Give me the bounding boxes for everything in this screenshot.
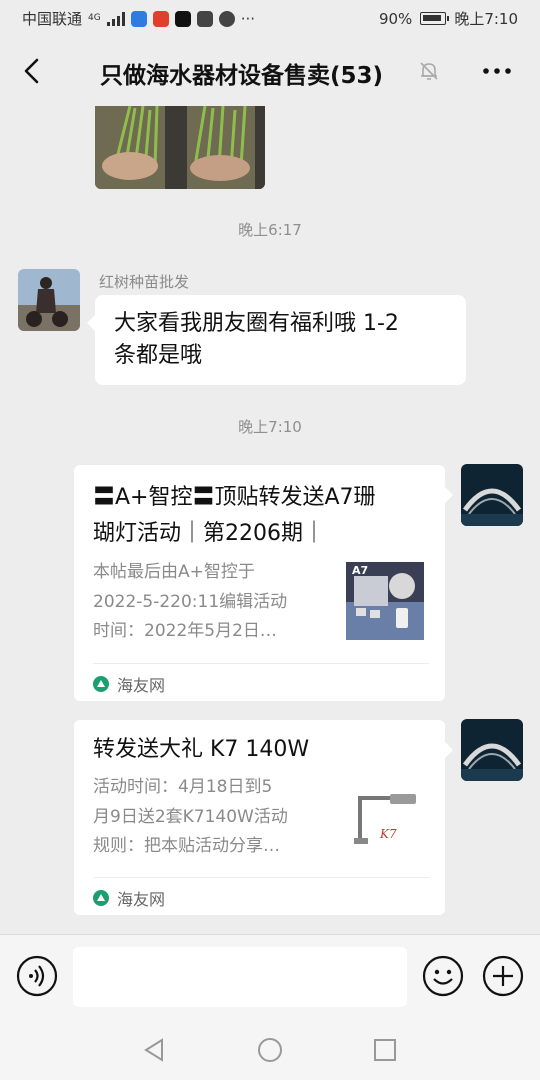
emoji-icon[interactable] [422, 955, 464, 997]
card-desc-line: 活动时间：4月18日到5 [93, 777, 273, 797]
back-arrow-icon[interactable] [18, 56, 48, 86]
signal-icon [106, 11, 125, 26]
card-description: 本帖最后由A+智控于 2022-5-220:11编辑活动 时间：2022年5月2… [93, 558, 333, 647]
haiyou-logo-icon [93, 890, 109, 906]
card-divider [93, 663, 429, 664]
clock: 晚上7:10 [454, 10, 518, 28]
system-nav-bar [0, 1020, 540, 1080]
mute-bell-icon [420, 62, 438, 80]
title-bar: 只做海水器材设备售卖(53) [0, 36, 540, 106]
battery-icon [420, 12, 450, 25]
message-input[interactable] [73, 947, 407, 1007]
card-title-line: 〓A+智控〓顶贴转发送A7珊 [93, 485, 376, 510]
card-desc-line: 时间：2022年5月2日… [93, 621, 277, 641]
nav-back-icon[interactable] [140, 1036, 168, 1064]
source-name: 海友网 [117, 676, 166, 695]
card-desc-line: 本帖最后由A+智控于 [93, 562, 255, 582]
timestamp: 晚上6:17 [238, 221, 302, 239]
sender-name: 红树种苗批发 [99, 273, 190, 291]
card-source: 海友网 [93, 672, 165, 696]
status-bar: 中国联通 4G ··· 90% 晚上7:10 [0, 0, 540, 36]
message-text-line: 条都是哦 [114, 343, 203, 368]
tiktok-icon [174, 10, 191, 27]
thumb-label: K7 [379, 827, 397, 841]
seedling-photo [95, 106, 265, 189]
network-type: 4G [88, 13, 101, 23]
chat-area[interactable]: 晚上6:17 红树种苗批发 大家看我朋友圈有福利哦 1-2 条都是哦 晚上7:1… [0, 106, 540, 934]
timestamp: 晚上7:10 [238, 418, 302, 436]
nav-home-icon[interactable] [256, 1036, 284, 1064]
card-thumbnail: K7 [346, 780, 424, 858]
card-title: 〓A+智控〓顶贴转发送A7珊 瑚灯活动｜第2206期｜ [93, 480, 433, 552]
card-thumbnail: A7 [346, 562, 424, 640]
card-description: 活动时间：4月18日到5 月9日送2套K7140W活动 规则：把本贴活动分享… [93, 773, 333, 862]
my-avatar[interactable] [461, 464, 523, 526]
message-text-line: 大家看我朋友圈有福利哦 1-2 [114, 311, 399, 336]
news-notification-icon [152, 10, 169, 27]
k7-lamp-image: K7 [346, 780, 424, 858]
app-notification-icon [130, 10, 147, 27]
thumb-label: A7 [352, 564, 368, 577]
input-bar [0, 934, 540, 1020]
source-name: 海友网 [117, 890, 166, 909]
shield-icon [218, 10, 235, 27]
text-message-bubble[interactable]: 大家看我朋友圈有福利哦 1-2 条都是哦 [87, 295, 466, 385]
haiyou-logo-icon [93, 676, 109, 692]
coral-light-image: A7 [346, 562, 424, 640]
plus-icon[interactable] [482, 955, 524, 997]
link-card[interactable]: 转发送大礼 K7 140W 活动时间：4月18日到5 月9日送2套K7140W活… [74, 720, 453, 915]
voice-input-icon[interactable] [16, 955, 58, 997]
card-desc-line: 月9日送2套K7140W活动 [93, 806, 288, 827]
image-message[interactable] [95, 106, 265, 189]
more-notifications-icon: ··· [240, 9, 256, 28]
my-avatar-image [461, 464, 523, 526]
link-card[interactable]: 〓A+智控〓顶贴转发送A7珊 瑚灯活动｜第2206期｜ 本帖最后由A+智控于 2… [74, 465, 453, 701]
nav-recents-icon[interactable] [371, 1036, 399, 1064]
my-avatar[interactable] [461, 719, 523, 781]
avatar[interactable] [18, 269, 80, 331]
my-avatar-image [461, 719, 523, 781]
message-notification-icon [196, 10, 213, 27]
user-avatar-photo [18, 269, 80, 331]
battery-percent: 90% [378, 9, 413, 28]
card-divider [93, 877, 429, 878]
card-title: 转发送大礼 K7 140W [93, 737, 310, 762]
chat-title: 只做海水器材设备售卖(53) [100, 63, 384, 89]
card-title-line: 瑚灯活动｜第2206期｜ [93, 521, 325, 546]
more-options-icon[interactable] [480, 56, 514, 86]
card-source: 海友网 [93, 886, 165, 910]
card-desc-line: 规则：把本贴活动分享… [93, 836, 280, 856]
carrier-label: 中国联通 [22, 10, 83, 28]
card-desc-line: 2022-5-220:11编辑活动 [93, 591, 288, 612]
